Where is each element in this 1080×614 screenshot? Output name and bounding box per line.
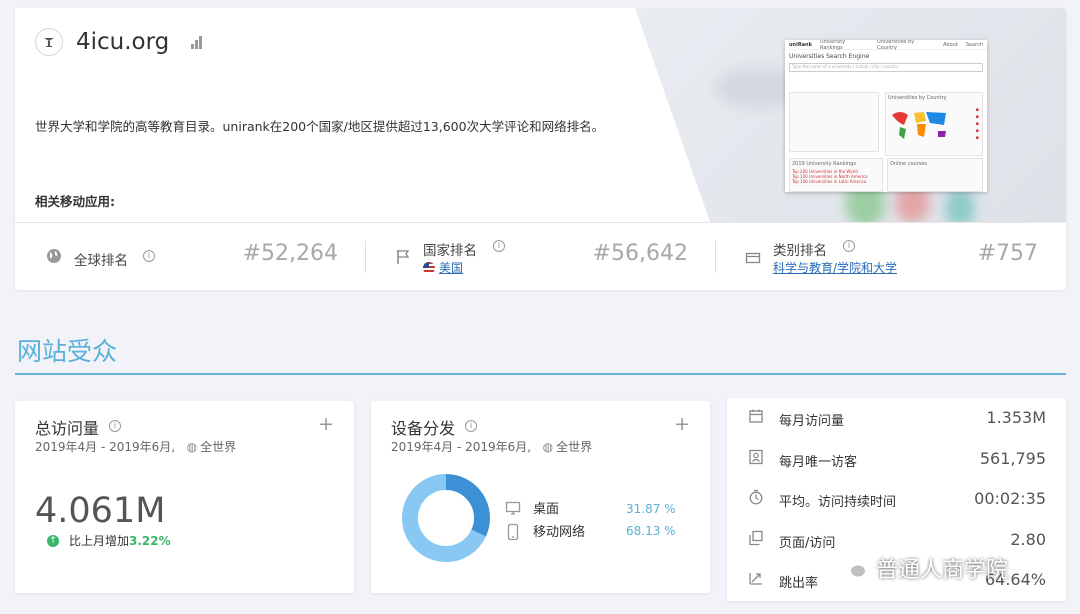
add-icon[interactable]: + <box>674 413 690 435</box>
pages-icon <box>747 530 765 548</box>
info-icon[interactable]: i <box>843 240 855 252</box>
mobile-icon <box>505 523 521 540</box>
country-rank-label: 国家排名 <box>423 243 477 259</box>
wechat-icon <box>839 557 867 579</box>
legend-mobile: 移动网络 <box>505 521 585 540</box>
metric-value: 1.353M <box>986 408 1046 427</box>
region-text: 全世界 <box>556 440 593 454</box>
preview-rankings-title: 2019 University Rankings <box>792 161 856 167</box>
total-visits-period: 2019年4月 - 2019年6月, ◍ 全世界 <box>35 438 236 455</box>
country-rank-value: #56,642 <box>592 241 688 266</box>
add-icon[interactable]: + <box>318 413 334 435</box>
section-title: 网站受众 <box>17 337 118 366</box>
metric-label: 平均。访问持续时间 <box>779 495 897 510</box>
legend-percent: 68.13 % <box>626 524 676 538</box>
category-rank-value: #757 <box>977 241 1038 266</box>
preview-panel-rankings: 2019 University Rankings Top 200 Univers… <box>789 158 883 192</box>
rank-divider <box>365 241 366 273</box>
globe-icon: ◍ <box>186 440 198 454</box>
clock-icon <box>747 489 765 507</box>
site-domain: 4icu.org <box>76 29 170 55</box>
total-visits-title: 总访问量 <box>35 419 100 438</box>
preview-nav-item: Universities by Country <box>877 40 915 51</box>
preview-world-map <box>892 112 946 139</box>
section-divider <box>15 373 1066 375</box>
flag-icon <box>396 249 410 269</box>
metric-label: 每月唯一访客 <box>779 455 858 470</box>
info-icon[interactable]: i <box>493 240 505 252</box>
preview-country-title: Universities by Country <box>888 95 947 101</box>
us-flag-icon <box>423 262 435 274</box>
legend-desktop: 桌面 <box>505 498 559 517</box>
category-link[interactable]: 科学与教育/学院和大学 <box>773 259 897 276</box>
category-rank-label: 类别排名 <box>773 243 827 259</box>
preview-online-title: Online courses <box>890 161 928 167</box>
related-apps-label: 相关移动应用: <box>35 194 115 209</box>
site-screenshot-thumbnail[interactable]: uniRank University Rankings Universities… <box>785 40 987 192</box>
device-distribution-card: 设备分发 i + 2019年4月 - 2019年6月, ◍ 全世界 桌面 31.8… <box>371 401 710 593</box>
preview-panel-left <box>789 92 879 152</box>
total-visits-value: 4.061M <box>35 491 166 531</box>
metric-row: 每月唯一访客 561,795 <box>727 441 1066 481</box>
country-link-text: 美国 <box>439 261 464 275</box>
globe-icon <box>46 248 62 268</box>
period-text: 2019年4月 - 2019年6月, <box>391 440 532 454</box>
site-header: 4icu.org <box>35 28 203 56</box>
site-overview-card: uniRank University Rankings Universities… <box>15 8 1066 290</box>
metric-value: 00:02:35 <box>974 489 1046 508</box>
preview-rank-item: Top 100 Universities in Latin America <box>792 179 867 184</box>
traffic-bars-icon[interactable] <box>191 35 203 49</box>
metric-value: 2.80 <box>1010 530 1046 549</box>
bounce-arrow-icon <box>747 570 765 588</box>
watermark-text: 普通人商学院 <box>876 558 1009 583</box>
university-seal-icon <box>35 28 63 56</box>
legend-label: 桌面 <box>533 502 560 517</box>
globe-icon: ◍ <box>542 440 554 454</box>
metric-row: 平均。访问持续时间 00:02:35 <box>727 481 1066 521</box>
period-text: 2019年4月 - 2019年6月, <box>35 440 176 454</box>
global-rank-label: 全球排名 <box>74 253 128 269</box>
info-icon[interactable]: i <box>109 420 121 432</box>
preview-logo: uniRank <box>789 41 812 48</box>
wechat-watermark: 普通人商学院 <box>838 552 1008 584</box>
preview-nav-item: University Rankings <box>819 40 846 51</box>
info-icon[interactable]: i <box>143 250 155 262</box>
metric-label: 页面/访问 <box>779 536 836 551</box>
preview-nav: uniRank University Rankings Universities… <box>785 40 987 51</box>
region-text: 全世界 <box>200 440 237 454</box>
metric-row: 每月访问量 1.353M <box>727 400 1066 440</box>
desktop-icon <box>505 500 521 516</box>
growth-value: 3.22% <box>129 533 171 548</box>
site-description: 世界大学和学院的高等教育目录。unirank在200个国家/地区提供超过13,6… <box>35 119 605 134</box>
preview-search-box: Type the name of a university / school /… <box>789 63 983 72</box>
country-link[interactable]: 美国 <box>423 259 463 276</box>
growth-label: 比上月增加 <box>69 534 130 548</box>
device-title: 设备分发 <box>391 419 456 438</box>
preview-search-placeholder: Type the name of a university / school /… <box>792 64 899 69</box>
legend-label: 移动网络 <box>533 525 586 540</box>
arrow-up-icon: ↑ <box>47 534 59 547</box>
preview-nav-search: Search <box>965 41 983 48</box>
preview-title: Universities Search Engine <box>789 53 870 60</box>
preview-nav-item: About <box>943 41 958 48</box>
legend-percent: 31.87 % <box>626 502 676 516</box>
user-card-icon <box>747 449 765 467</box>
metric-label: 跳出率 <box>779 576 819 591</box>
metric-value: 561,795 <box>979 449 1046 468</box>
preview-panel-online: Online courses <box>887 158 983 192</box>
global-rank-value: #52,264 <box>242 241 338 266</box>
rank-divider <box>715 241 716 273</box>
rank-strip: 全球排名 i #52,264 国家排名 i 美国 #56,642 类别排名 i … <box>15 222 1066 290</box>
preview-country-list: ▪ ▪ ▪ ▪ ▪ <box>975 107 979 141</box>
total-visits-card: 总访问量 i + 2019年4月 - 2019年6月, ◍ 全世界 4.061M … <box>15 401 354 593</box>
calendar-icon <box>747 408 765 426</box>
metric-label: 每月访问量 <box>779 414 845 429</box>
growth-indicator: ↑ 比上月增加 3.22% <box>47 532 171 549</box>
device-period: 2019年4月 - 2019年6月, ◍ 全世界 <box>391 438 592 455</box>
device-donut-chart <box>402 474 490 562</box>
preview-panel-country: Universities by Country ▪ ▪ ▪ ▪ ▪ <box>885 92 983 156</box>
info-icon[interactable]: i <box>465 420 477 432</box>
category-box-icon <box>745 250 761 268</box>
